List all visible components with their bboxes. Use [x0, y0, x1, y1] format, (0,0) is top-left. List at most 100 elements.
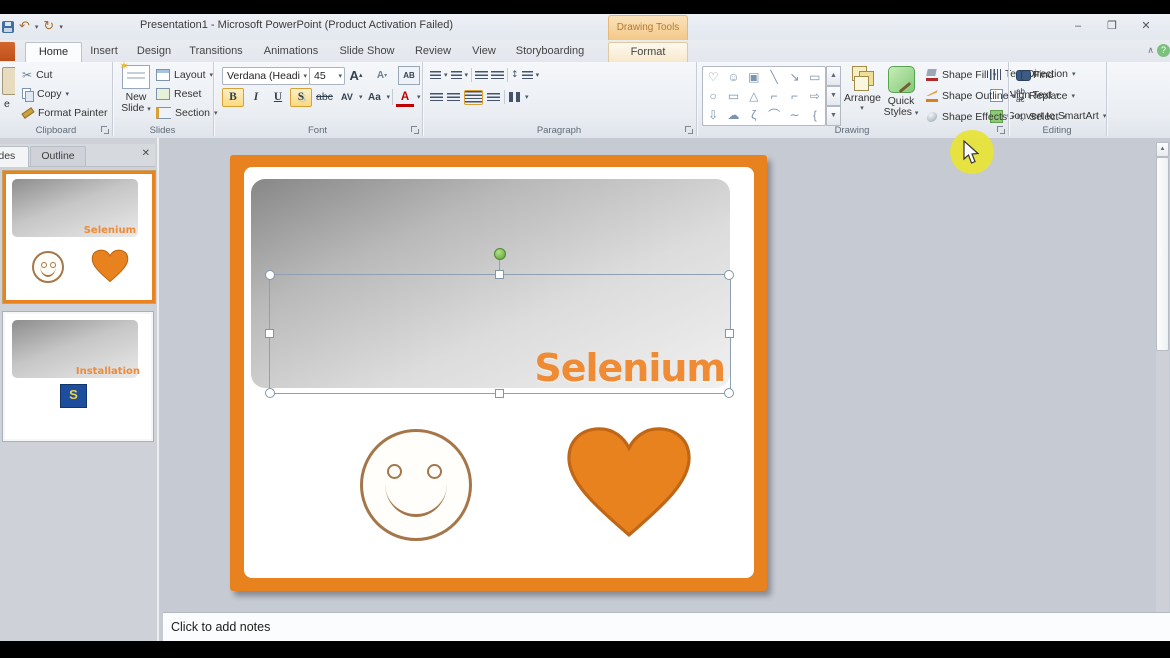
qat-customize-icon[interactable]: ▾ — [59, 23, 63, 31]
tab-review[interactable]: Review — [410, 42, 456, 61]
tab-slides-pane[interactable]: Slides — [0, 146, 29, 167]
tab-outline-pane[interactable]: Outline — [30, 146, 86, 166]
increase-indent-icon[interactable] — [491, 71, 504, 80]
shape-left-brace[interactable]: { — [813, 109, 817, 121]
tab-insert[interactable]: Insert — [84, 42, 124, 61]
undo-icon[interactable]: ↶ — [19, 17, 30, 37]
new-slide-button[interactable]: New Slide ▾ — [118, 65, 154, 114]
numbering-icon[interactable] — [451, 71, 462, 80]
tab-format[interactable]: Format — [608, 42, 688, 62]
help-icon[interactable]: ? — [1157, 44, 1170, 57]
shape-gallery-down-icon[interactable]: ▼ — [826, 86, 841, 106]
clear-formatting-button[interactable]: AB — [398, 66, 420, 85]
grow-font-button[interactable]: A▴ — [346, 67, 366, 84]
resize-handle-bottom-left[interactable] — [265, 388, 275, 398]
shape-gallery-up-icon[interactable]: ▲ — [826, 66, 841, 86]
shape-oval[interactable]: ○ — [710, 90, 717, 102]
tab-file[interactable]: File — [0, 42, 15, 61]
maximize-button[interactable]: ❐ — [1098, 18, 1126, 36]
reset-button[interactable]: Reset — [156, 85, 201, 103]
notes-pane[interactable]: Click to add notes — [163, 612, 1170, 642]
resize-handle-bottom-center[interactable] — [495, 389, 504, 398]
tab-storyboarding[interactable]: Storyboarding — [510, 42, 590, 61]
shape-triangle[interactable]: △ — [749, 90, 758, 102]
resize-handle-bottom-right[interactable] — [724, 388, 734, 398]
shape-right-arrow[interactable]: ⇨ — [810, 90, 820, 102]
shape-arc[interactable]: ⌒ — [768, 109, 780, 121]
shrink-font-button[interactable]: A▾ — [372, 67, 392, 84]
quick-styles-button[interactable]: Quick Styles ▾ — [882, 66, 920, 118]
shape-effects-button[interactable]: Shape Effects ▾ — [926, 108, 1015, 126]
smiley-face-shape[interactable] — [360, 429, 472, 541]
resize-handle-top-right[interactable] — [724, 270, 734, 280]
justify-icon[interactable] — [487, 93, 500, 102]
paragraph-dialog-launcher[interactable] — [685, 126, 693, 134]
change-case-button[interactable]: Aa — [364, 89, 384, 106]
minimize-button[interactable]: – — [1064, 18, 1092, 36]
font-size-combo[interactable]: 45 ▾ — [309, 67, 345, 85]
shape-down-arrow[interactable]: ⇩ — [708, 109, 718, 121]
heart-shape[interactable] — [559, 425, 699, 540]
shape-elbow-connector[interactable]: ⌐ — [771, 90, 778, 102]
shape-freeform[interactable]: ζ — [751, 109, 756, 121]
shape-elbow-arrow-connector[interactable]: ⌐ — [791, 90, 798, 102]
decrease-indent-icon[interactable] — [475, 71, 488, 80]
tab-transitions[interactable]: Transitions — [186, 42, 246, 61]
align-right-icon[interactable] — [464, 90, 483, 105]
resize-handle-top-left[interactable] — [265, 270, 275, 280]
select-button[interactable]: ⇖ Select ▾ — [1016, 108, 1066, 126]
align-center-icon[interactable] — [447, 93, 460, 102]
underline-button[interactable]: U — [268, 89, 288, 106]
collapse-ribbon-icon[interactable]: ∧ — [1147, 46, 1154, 56]
arrange-button[interactable]: Arrange ▾ — [844, 66, 880, 112]
tab-view[interactable]: View — [466, 42, 502, 61]
tab-design[interactable]: Design — [132, 42, 176, 61]
shape-line[interactable]: ╲ — [771, 71, 778, 83]
shape-arrow-line[interactable]: ↘ — [789, 71, 799, 83]
shape-curve[interactable]: ∼ — [789, 109, 799, 121]
resize-handle-top-center[interactable] — [495, 270, 504, 279]
font-name-combo[interactable]: Verdana (Headin ▾ — [222, 67, 310, 85]
rotation-handle[interactable] — [494, 248, 506, 260]
selection-bounding-box[interactable] — [269, 274, 731, 394]
bullets-icon[interactable] — [430, 71, 441, 80]
slide-thumbnail-1[interactable]: Selenium — [3, 171, 155, 303]
shape-smiley[interactable]: ☺ — [727, 71, 739, 83]
strikethrough-button[interactable]: abc — [314, 89, 335, 106]
shape-fill-button[interactable]: Shape Fill ▾ — [926, 66, 996, 84]
cut-button[interactable]: ✂ Cut — [22, 66, 52, 84]
find-button[interactable]: Find — [1016, 66, 1053, 84]
resize-handle-middle-left[interactable] — [265, 329, 274, 338]
italic-button[interactable]: I — [246, 89, 266, 106]
tab-home[interactable]: Home — [25, 42, 82, 63]
close-pane-icon[interactable]: ✕ — [142, 148, 150, 159]
tab-slide-show[interactable]: Slide Show — [336, 42, 398, 61]
save-icon[interactable] — [2, 21, 14, 33]
vertical-scrollbar[interactable]: ▲ — [1156, 142, 1169, 612]
replace-button[interactable]: abac Replace ▾ — [1016, 87, 1075, 105]
line-spacing-icon[interactable]: ↕ — [511, 70, 519, 80]
resize-handle-middle-right[interactable] — [725, 329, 734, 338]
undo-dropdown-icon[interactable]: ▾ — [35, 23, 39, 31]
clipboard-dialog-launcher[interactable] — [101, 126, 109, 134]
slide-canvas[interactable]: Selenium — [230, 155, 767, 591]
shape-cloud[interactable]: ☁ — [727, 109, 739, 121]
text-shadow-button[interactable]: S — [290, 88, 312, 107]
shape-rounded-rectangle[interactable]: ▭ — [728, 90, 739, 102]
shape-outline-button[interactable]: Shape Outline ▾ — [926, 87, 1016, 105]
tab-animations[interactable]: Animations — [260, 42, 322, 61]
slide-thumbnail-2[interactable]: Installation S — [3, 312, 153, 441]
layout-button[interactable]: Layout ▾ — [156, 66, 213, 84]
font-dialog-launcher[interactable] — [411, 126, 419, 134]
redo-icon[interactable]: ↻ — [43, 17, 54, 37]
shape-heart[interactable]: ♡ — [708, 71, 719, 83]
section-button[interactable]: Section ▾ — [156, 104, 218, 122]
shape-frame[interactable]: ▣ — [748, 71, 759, 83]
columns-icon[interactable] — [509, 92, 521, 102]
scroll-up-icon[interactable]: ▲ — [1156, 142, 1169, 157]
drawing-dialog-launcher[interactable] — [997, 126, 1005, 134]
scrollbar-thumb[interactable] — [1156, 157, 1169, 351]
font-color-button[interactable]: A — [395, 89, 415, 106]
copy-button[interactable]: Copy ▾ — [22, 85, 69, 103]
shape-gallery-more-icon[interactable]: ▼ — [826, 106, 841, 126]
